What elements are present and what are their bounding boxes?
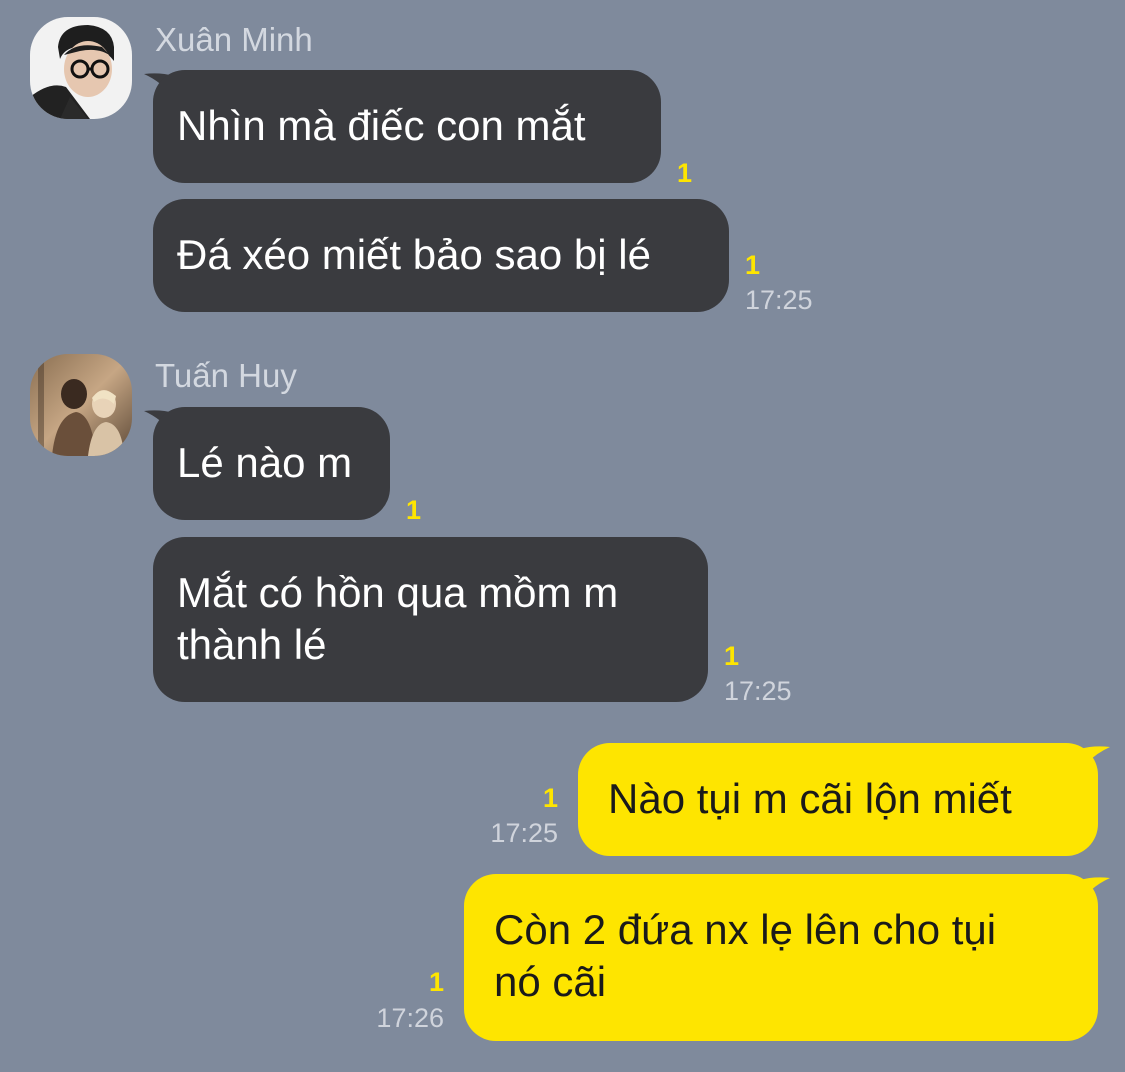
message-bubble[interactable]: Lé nào m [153,407,390,520]
unread-count: 1 [542,783,558,813]
message-bubble[interactable]: Còn 2 đứa nx lẹ lên cho tụi nó cãi [464,874,1098,1041]
message-time: 17:25 [490,818,558,848]
unread-count: 1 [428,967,444,997]
message-bubble[interactable]: Nào tụi m cãi lộn miết [578,743,1098,856]
profile-photo-icon [30,354,132,456]
unread-count: 1 [406,495,422,525]
unread-count: 1 [724,641,740,671]
unread-count: 1 [745,250,761,280]
chat-messages: Xuân Minh Nhìn mà điếc con mắt 1 Đá xéo … [0,0,1125,1072]
avatar-xuan-minh[interactable] [30,17,132,119]
message-time: 17:25 [724,676,792,706]
avatar-tuan-huy[interactable] [30,354,132,456]
message-time: 17:25 [745,285,813,315]
sender-name: Tuấn Huy [155,357,297,394]
message-time: 17:26 [376,1003,444,1033]
profile-photo-icon [30,17,132,119]
message-bubble[interactable]: Nhìn mà điếc con mắt [153,70,661,183]
sender-name: Xuân Minh [155,21,313,58]
message-bubble[interactable]: Mắt có hồn qua mồm m thành lé [153,537,708,702]
unread-count: 1 [677,158,693,188]
message-bubble[interactable]: Đá xéo miết bảo sao bị lé [153,199,729,312]
